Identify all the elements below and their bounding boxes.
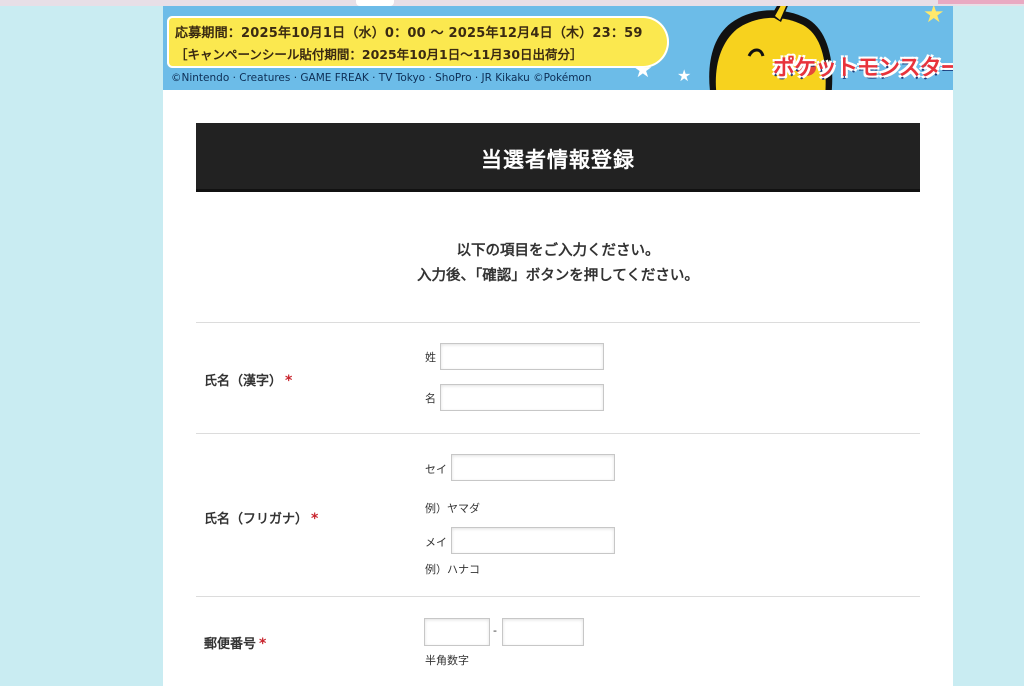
sei-kana-example: 例）ヤマダ <box>425 502 480 515</box>
divider <box>196 433 920 434</box>
kanji-name-label-text: 氏名（漢字） <box>204 374 283 389</box>
sticker-period: ［キャンペーンシール貼付期間：2025年10月1日～11月30日出荷分］ <box>175 47 583 62</box>
instruction-line-2: 入力後、「確認」ボタンを押してください。 <box>417 268 699 284</box>
postal-code-separator: - <box>493 624 497 637</box>
page-title: 当選者情報登録 <box>481 148 635 172</box>
mei-kana-example: 例）ハナコ <box>425 563 480 576</box>
star-icon: ★ <box>923 6 945 28</box>
instruction-line-1: 以下の項目をご入力ください。 <box>456 243 660 259</box>
postal-code-first-input[interactable] <box>424 618 490 646</box>
campaign-banner: ★ ★ ★ 応募期間：2025年10月1日（水）0：00 ～ 2025年12月4… <box>163 6 953 90</box>
divider <box>196 596 920 597</box>
required-mark: * <box>311 511 319 527</box>
campaign-period-box: 応募期間：2025年10月1日（水）0：00 ～ 2025年12月4日（木）23… <box>167 16 669 68</box>
browser-accent-strip <box>938 0 1024 4</box>
required-mark: * <box>259 636 267 652</box>
kana-name-label-text: 氏名（フリガナ） <box>204 512 309 527</box>
application-period: 応募期間：2025年10月1日（水）0：00 ～ 2025年12月4日（木）23… <box>175 26 643 41</box>
mei-kana-label: メイ <box>425 536 447 549</box>
divider <box>196 322 920 323</box>
pokemon-logo: ポケットモンスター <box>773 56 953 81</box>
page-content: ★ ★ ★ 応募期間：2025年10月1日（水）0：00 ～ 2025年12月4… <box>163 6 953 686</box>
sei-kanji-input[interactable] <box>440 343 604 370</box>
sei-kana-input[interactable] <box>451 454 615 481</box>
kanji-name-label: 氏名（漢字） * <box>204 370 292 389</box>
mei-kanji-input[interactable] <box>440 384 604 411</box>
sei-kana-label: セイ <box>425 463 447 476</box>
instructions: 以下の項目をご入力ください。 入力後、「確認」ボタンを押してください。 <box>196 239 920 289</box>
mei-kanji-label: 名 <box>425 392 436 405</box>
star-icon: ★ <box>677 66 692 85</box>
postal-code-second-input[interactable] <box>502 618 584 646</box>
sei-kanji-label: 姓 <box>425 351 436 364</box>
postal-code-label: 郵便番号 * <box>204 633 266 652</box>
page-title-bar: 当選者情報登録 <box>196 123 920 192</box>
kana-name-label: 氏名（フリガナ） * <box>204 508 318 527</box>
copyright-text: ©Nintendo · Creatures · GAME FREAK · TV … <box>171 72 592 84</box>
postal-code-label-text: 郵便番号 <box>204 637 257 652</box>
required-mark: * <box>285 373 293 389</box>
mei-kana-input[interactable] <box>451 527 615 554</box>
postal-code-note: 半角数字 <box>425 654 469 667</box>
